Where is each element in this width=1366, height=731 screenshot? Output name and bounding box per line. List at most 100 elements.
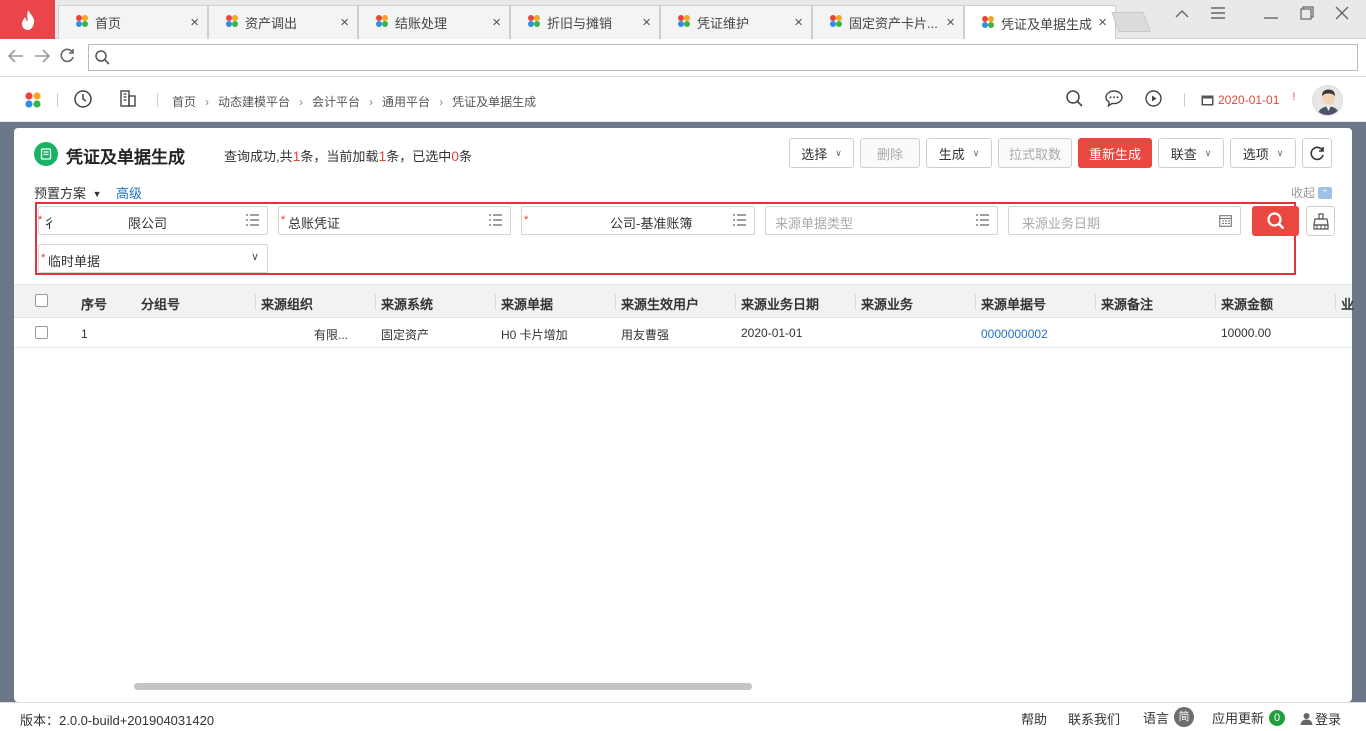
delete-button[interactable]: 删除 [860,138,920,168]
browser-logo[interactable] [0,0,55,39]
button-label: 生成 [938,146,965,162]
close-icon[interactable]: × [190,14,199,31]
breadcrumb-item[interactable]: 会计平台 [312,93,360,110]
column-header[interactable]: 来源金额 [1221,294,1273,313]
temp-bill-select[interactable]: * 临时单据 ∨ [38,244,268,273]
regenerate-button[interactable]: 重新生成 [1078,138,1152,168]
org-value: 限公司 [128,216,168,231]
source-bill-type-field[interactable]: 来源单据类型 [765,206,998,235]
restore-icon[interactable] [1296,6,1318,25]
voucher-type-field[interactable]: * 总账凭证 [278,206,511,235]
app-update-link[interactable]: 应用更新 0 [1212,708,1286,727]
breadcrumb-item[interactable]: 首页 [172,93,196,110]
row-checkbox[interactable] [35,326,48,339]
column-divider[interactable] [975,294,976,310]
account-book-field[interactable]: * 公司-基准账簿 [521,206,755,235]
tab-voucher-maintenance[interactable]: 凭证维护 × [660,5,812,39]
help-link[interactable]: 帮助 [1021,709,1047,728]
browser-tab-strip: 首页 × 资产调出 × 结账处理 × 折旧与摊销 × 凭证维护 × 固定资产卡片… [0,0,1366,40]
generate-dropdown-button[interactable]: 生成 ∨ [926,138,992,168]
footer: 版本：2.0.0-build+201904031420 帮助 联系我们 语言 简… [0,702,1366,731]
row-bill-number-link[interactable]: 0000000002 [981,327,1048,341]
row-index: 1 [81,327,88,341]
tab-home[interactable]: 首页 × [58,5,208,39]
language-switch[interactable]: 语言 简 [1143,707,1195,727]
tab-voucher-generation[interactable]: 凭证及单据生成 × [964,5,1116,40]
clock-icon[interactable] [74,90,92,111]
column-header[interactable]: 来源系统 [381,294,433,313]
preset-scheme-dropdown[interactable]: 预置方案 ▼ [34,183,102,202]
tab-fixed-asset-card[interactable]: 固定资产卡片... × [812,5,964,39]
column-divider[interactable] [375,294,376,310]
message-icon[interactable] [1105,90,1123,110]
business-date[interactable]: 2020-01-01 ! [1201,91,1295,107]
column-divider[interactable] [255,294,256,310]
linked-query-dropdown-button[interactable]: 联查 ∨ [1158,138,1224,168]
app-menu-icon[interactable] [24,91,42,112]
table-row[interactable]: 1 有限... 固定资产 H0 卡片增加 用友曹强 2020-01-01 000… [14,318,1352,348]
building-icon[interactable] [120,90,136,110]
column-header[interactable]: 来源组织 [261,294,313,313]
column-divider[interactable] [1095,294,1096,310]
column-header[interactable]: 来源业务 [861,294,913,313]
new-tab-button[interactable] [1111,12,1151,32]
search-icon[interactable] [1066,90,1083,110]
column-header[interactable]: 来源单据 [501,294,553,313]
menu-icon[interactable] [1207,6,1229,24]
breadcrumb-item[interactable]: 通用平台 [382,93,430,110]
refresh-icon[interactable] [60,47,75,68]
column-divider[interactable] [735,294,736,310]
breadcrumb-item[interactable]: 动态建模平台 [218,93,290,110]
refresh-button[interactable] [1302,138,1332,168]
close-icon[interactable]: × [794,14,803,31]
list-icon[interactable] [246,214,259,229]
column-divider[interactable] [1215,294,1216,310]
play-icon[interactable] [1145,90,1162,110]
column-header[interactable]: 来源备注 [1101,294,1153,313]
close-icon[interactable]: × [946,14,955,31]
clear-filter-button[interactable] [1306,206,1335,236]
pull-data-button[interactable]: 拉式取数 [998,138,1072,168]
close-icon[interactable]: × [340,14,349,31]
close-window-icon[interactable] [1331,6,1353,25]
required-mark: * [281,214,286,226]
select-dropdown-button[interactable]: 选择 ∨ [789,138,854,168]
advanced-link[interactable]: 高级 [116,183,142,202]
login-link[interactable]: 登录 [1300,709,1341,728]
options-dropdown-button[interactable]: 选项 ∨ [1230,138,1296,168]
source-date-field[interactable]: 来源业务日期 [1008,206,1241,235]
column-header[interactable]: 来源业务日期 [741,294,819,313]
tab-label: 结账处理 [395,16,448,31]
column-header[interactable]: 序号 [81,294,107,313]
column-header[interactable]: 分组号 [141,294,180,313]
list-icon[interactable] [489,214,502,229]
column-divider[interactable] [495,294,496,310]
close-icon[interactable]: × [642,14,651,31]
column-header[interactable]: 业 [1341,294,1354,313]
close-icon[interactable]: × [1098,14,1107,31]
select-all-checkbox[interactable] [35,294,48,307]
tab-asset-transfer[interactable]: 资产调出 × [208,5,358,39]
column-header[interactable]: 来源单据号 [981,294,1046,313]
url-input[interactable] [88,44,1358,71]
avatar[interactable] [1312,85,1343,116]
column-divider[interactable] [855,294,856,310]
search-button[interactable] [1252,206,1299,236]
back-icon[interactable] [7,47,24,68]
horizontal-scrollbar[interactable] [134,683,752,690]
list-icon[interactable] [976,214,989,229]
close-icon[interactable]: × [492,14,501,31]
collapse-toggle[interactable]: 收起 ⌃ [1291,184,1333,201]
calendar-icon[interactable] [1219,214,1232,230]
minimize-icon[interactable] [1260,6,1282,24]
column-header[interactable]: 来源生效用户 [621,294,699,313]
tab-depreciation[interactable]: 折旧与摊销 × [510,5,660,39]
list-icon[interactable] [733,214,746,229]
forward-icon[interactable] [34,47,51,68]
chevron-up-icon[interactable] [1171,6,1193,24]
tab-closing[interactable]: 结账处理 × [358,5,510,39]
org-field[interactable]: * 彳 限公司 [38,206,268,235]
column-divider[interactable] [615,294,616,310]
column-divider[interactable] [1335,294,1336,310]
contact-link[interactable]: 联系我们 [1068,709,1120,728]
